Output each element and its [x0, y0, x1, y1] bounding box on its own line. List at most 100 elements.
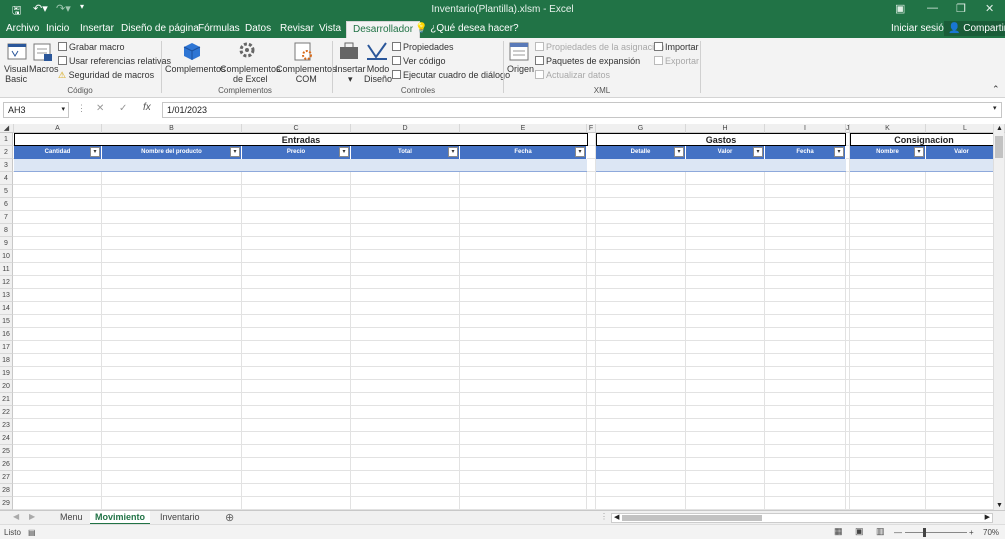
ribbon-display-icon[interactable]: ▣: [895, 2, 905, 15]
next-sheet-icon[interactable]: ▶: [29, 512, 35, 521]
row-header[interactable]: 23: [0, 419, 13, 432]
filter-dropdown-icon[interactable]: ▾: [90, 147, 100, 157]
map-properties-button[interactable]: Propiedades de la asignación: [535, 42, 664, 52]
table-header-gastos[interactable]: Detalle: [596, 146, 686, 159]
export-button[interactable]: Exportar: [654, 56, 699, 66]
prev-sheet-icon[interactable]: ◀: [13, 512, 19, 521]
table-header-entradas[interactable]: Fecha: [460, 146, 587, 159]
add-sheet-icon[interactable]: ⊕: [225, 511, 234, 524]
enter-icon[interactable]: ✓: [119, 103, 127, 114]
tab-inicio[interactable]: Inicio: [46, 23, 69, 34]
expand-formula-icon[interactable]: ▾: [993, 104, 997, 112]
cancel-icon[interactable]: ✕: [96, 103, 104, 114]
table-header-entradas[interactable]: Cantidad: [14, 146, 102, 159]
visual-basic-button[interactable]: Visual Basic: [4, 64, 28, 84]
tab-datos[interactable]: Datos: [245, 23, 271, 34]
sheet-tab-menu[interactable]: Menu: [55, 511, 88, 525]
row-header[interactable]: 14: [0, 302, 13, 315]
scroll-right-icon[interactable]: ▶: [985, 513, 990, 521]
row-header[interactable]: 22: [0, 406, 13, 419]
row-header[interactable]: 2: [0, 146, 13, 159]
table-header-entradas[interactable]: Total: [351, 146, 460, 159]
column-header[interactable]: E: [460, 124, 587, 133]
column-header[interactable]: I: [765, 124, 846, 133]
worksheet-grid[interactable]: ◢ A B C D E F G H I J K L 1 2 3 4 5 6 7 8 9 10 11 12 13 14 15 16 17 1…: [0, 124, 1005, 510]
row-header[interactable]: 15: [0, 315, 13, 328]
signin-link[interactable]: Iniciar sesión: [891, 23, 949, 34]
row-header[interactable]: 19: [0, 367, 13, 380]
column-header[interactable]: K: [850, 124, 926, 133]
row-header[interactable]: 27: [0, 471, 13, 484]
filter-dropdown-icon[interactable]: ▾: [674, 147, 684, 157]
row-header[interactable]: 20: [0, 380, 13, 393]
insert-function-icon[interactable]: fx: [143, 102, 151, 113]
import-button[interactable]: Importar: [654, 42, 699, 52]
row-header[interactable]: 5: [0, 185, 13, 198]
zoom-slider-thumb[interactable]: [923, 528, 926, 537]
tab-formulas[interactable]: Fórmulas: [198, 23, 240, 34]
sheet-tab-movimiento[interactable]: Movimiento: [90, 511, 151, 525]
normal-view-icon[interactable]: ▦: [834, 526, 843, 537]
chevron-down-icon[interactable]: ▾: [61, 105, 65, 113]
relative-refs-button[interactable]: Usar referencias relativas: [58, 56, 171, 66]
expansion-packs-button[interactable]: Paquetes de expansión: [535, 56, 640, 66]
row-header[interactable]: 28: [0, 484, 13, 497]
row-header[interactable]: 6: [0, 198, 13, 211]
row-header[interactable]: 26: [0, 458, 13, 471]
table-row-gastos[interactable]: [596, 159, 846, 172]
zoom-slider[interactable]: [905, 532, 967, 533]
filter-dropdown-icon[interactable]: ▾: [448, 147, 458, 157]
row-header[interactable]: 1: [0, 133, 13, 146]
row-header[interactable]: 4: [0, 172, 13, 185]
row-header[interactable]: 10: [0, 250, 13, 263]
filter-dropdown-icon[interactable]: ▾: [834, 147, 844, 157]
scroll-up-icon[interactable]: ▲: [996, 125, 1003, 132]
insert-controls-button[interactable]: Insertar ▾: [335, 64, 366, 84]
tab-vista[interactable]: Vista: [319, 23, 341, 34]
addins-button[interactable]: Complementos: [165, 64, 226, 74]
hscroll-thumb[interactable]: [622, 515, 762, 521]
zoom-level[interactable]: 70%: [983, 528, 999, 537]
refresh-data-button[interactable]: Actualizar datos: [535, 70, 610, 80]
column-header[interactable]: H: [686, 124, 765, 133]
row-header[interactable]: 12: [0, 276, 13, 289]
zoom-out-icon[interactable]: —: [894, 528, 902, 537]
maximize-icon[interactable]: ❐: [956, 2, 966, 15]
row-header[interactable]: 8: [0, 224, 13, 237]
zoom-in-icon[interactable]: +: [969, 528, 974, 537]
filter-dropdown-icon[interactable]: ▾: [575, 147, 585, 157]
scroll-thumb[interactable]: [995, 136, 1003, 158]
page-layout-icon[interactable]: ▣: [855, 526, 864, 537]
run-dialog-button[interactable]: Ejecutar cuadro de diálogo: [392, 70, 510, 80]
tab-diseno-pagina[interactable]: Diseño de página: [121, 23, 199, 34]
design-mode-button[interactable]: Modo Diseño: [364, 64, 392, 84]
row-header[interactable]: 9: [0, 237, 13, 250]
column-header[interactable]: B: [102, 124, 242, 133]
filter-dropdown-icon[interactable]: ▾: [753, 147, 763, 157]
row-header[interactable]: 3: [0, 159, 13, 172]
tab-insertar[interactable]: Insertar: [80, 23, 114, 34]
scroll-left-icon[interactable]: ◀: [614, 513, 619, 521]
tell-me-search[interactable]: 💡 ¿Qué desea hacer?: [415, 23, 519, 34]
select-all-corner[interactable]: ◢: [0, 124, 14, 133]
tab-desarrollador[interactable]: Desarrollador: [346, 21, 421, 38]
table-header-entradas[interactable]: Nombre del producto: [102, 146, 242, 159]
macro-security-button[interactable]: ⚠ Seguridad de macros: [58, 70, 154, 80]
column-header[interactable]: C: [242, 124, 351, 133]
row-header[interactable]: 17: [0, 341, 13, 354]
properties-button[interactable]: Propiedades: [392, 42, 454, 52]
tab-archivo[interactable]: Archivo: [6, 23, 39, 34]
source-button[interactable]: Origen: [507, 64, 534, 74]
table-row-consignacion[interactable]: [850, 159, 998, 172]
table-header-consignacion[interactable]: Valor: [926, 146, 998, 159]
close-icon[interactable]: ✕: [985, 2, 994, 15]
splitter-icon[interactable]: ⋮: [600, 512, 608, 521]
table-row-entradas[interactable]: [14, 159, 587, 172]
scroll-down-icon[interactable]: ▼: [996, 502, 1003, 509]
filter-dropdown-icon[interactable]: ▾: [914, 147, 924, 157]
column-header[interactable]: A: [14, 124, 102, 133]
row-header[interactable]: 7: [0, 211, 13, 224]
record-macro-button[interactable]: Grabar macro: [58, 42, 125, 52]
tab-revisar[interactable]: Revisar: [280, 23, 314, 34]
row-header[interactable]: 18: [0, 354, 13, 367]
